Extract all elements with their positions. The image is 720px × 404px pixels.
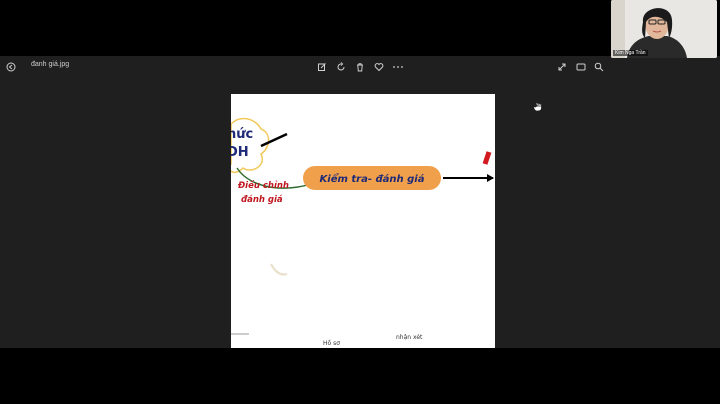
center-node-label: Kiểm tra- đánh giá — [320, 172, 425, 185]
webcam-tile: Kim Nga Trần — [611, 0, 717, 58]
heart-icon[interactable] — [372, 60, 386, 74]
left-label-line-2: đánh giá — [241, 195, 283, 205]
viewer-toolbar: đanh giá.jpg — [0, 56, 720, 78]
bottom-text-2: nhận xét — [396, 334, 423, 341]
expand-icon[interactable] — [555, 60, 569, 74]
slideshow-icon[interactable] — [574, 60, 588, 74]
zoom-icon[interactable] — [592, 60, 606, 74]
trash-icon[interactable] — [353, 60, 367, 74]
file-name: đanh giá.jpg — [31, 61, 70, 68]
rotate-icon[interactable] — [334, 60, 348, 74]
participant-name: Kim Nga Trần — [613, 50, 648, 56]
partial-node-text-1: hức — [231, 127, 253, 142]
hand-cursor-icon — [532, 97, 543, 116]
bottom-text-1: Hồ sơ — [323, 339, 340, 347]
mindmap-image: hức DH Điều chỉnh đánh giá Kiểm tra- đán… — [231, 94, 495, 348]
partial-node-text-2: DH — [231, 145, 249, 160]
back-icon[interactable] — [4, 60, 18, 74]
photo-viewer: đanh giá.jpg hức DH Điều chỉnh đánh giá … — [0, 56, 720, 348]
edit-icon[interactable] — [315, 60, 329, 74]
left-label-line-1: Điều chỉnh — [237, 180, 289, 191]
more-icon[interactable] — [391, 60, 405, 74]
letterbox-bottom — [0, 348, 720, 404]
